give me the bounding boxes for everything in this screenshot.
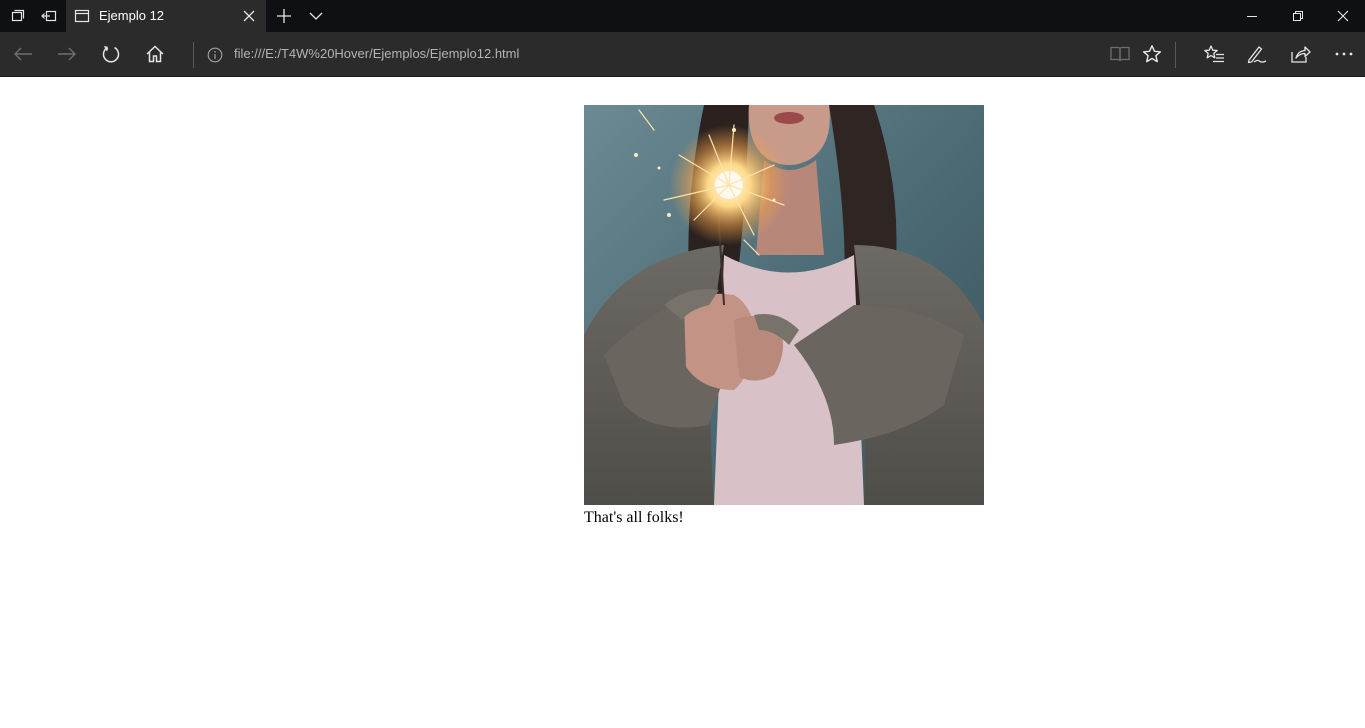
arrow-right-icon	[58, 47, 76, 61]
tab-manager-button[interactable]	[4, 0, 30, 32]
minimize-button[interactable]	[1230, 0, 1274, 32]
set-tabs-aside-button[interactable]	[36, 0, 62, 32]
refresh-icon	[102, 45, 120, 63]
page-icon	[74, 9, 90, 23]
separator	[1175, 42, 1176, 68]
refresh-button[interactable]	[89, 32, 133, 76]
sparkler-photo	[584, 105, 984, 505]
close-tab-icon[interactable]	[243, 10, 255, 22]
set-aside-icon	[41, 10, 57, 22]
navigation-bar: file:///E:/T4W%20Hover/Ejemplos/Ejemplo1…	[0, 32, 1365, 77]
tab-bar: Ejemplo 12	[0, 0, 1365, 32]
add-to-favorites-button[interactable]	[1130, 32, 1174, 76]
page-viewport: That's all folks!	[0, 77, 1365, 728]
more-icon	[1335, 52, 1353, 56]
info-icon[interactable]	[207, 47, 223, 63]
more-button[interactable]	[1322, 32, 1365, 76]
add-notes-button[interactable]	[1235, 32, 1279, 76]
tab-preview-button[interactable]	[304, 0, 328, 32]
pen-icon	[1247, 46, 1267, 64]
tabs-icon	[11, 9, 25, 22]
home-button[interactable]	[133, 32, 177, 76]
close-window-button[interactable]	[1321, 0, 1365, 32]
separator	[193, 42, 194, 68]
tab-title: Ejemplo 12	[99, 8, 165, 23]
chevron-down-icon	[309, 12, 323, 20]
book-icon	[1110, 46, 1130, 62]
caption-text: That's all folks!	[584, 509, 684, 526]
restore-icon	[1293, 11, 1303, 21]
address-bar-url[interactable]: file:///E:/T4W%20Hover/Ejemplos/Ejemplo1…	[234, 46, 519, 61]
restore-button[interactable]	[1276, 0, 1320, 32]
browser-window: Ejemplo 12 file:///E:/T4W%20Hover/Ejempl…	[0, 0, 1365, 728]
home-icon	[146, 45, 164, 63]
favorites-hub-button[interactable]	[1192, 32, 1236, 76]
close-icon	[1337, 10, 1349, 22]
new-tab-button[interactable]	[272, 0, 296, 32]
favorites-list-icon	[1204, 45, 1224, 63]
star-icon	[1142, 45, 1162, 63]
share-button[interactable]	[1278, 32, 1322, 76]
plus-icon	[277, 9, 291, 23]
minimize-icon	[1247, 16, 1257, 17]
tab-ejemplo-12[interactable]: Ejemplo 12	[66, 0, 266, 32]
back-button[interactable]	[1, 32, 45, 76]
arrow-left-icon	[14, 47, 32, 61]
forward-button[interactable]	[45, 32, 89, 76]
sparkler-image	[584, 105, 984, 505]
share-icon	[1291, 46, 1311, 63]
